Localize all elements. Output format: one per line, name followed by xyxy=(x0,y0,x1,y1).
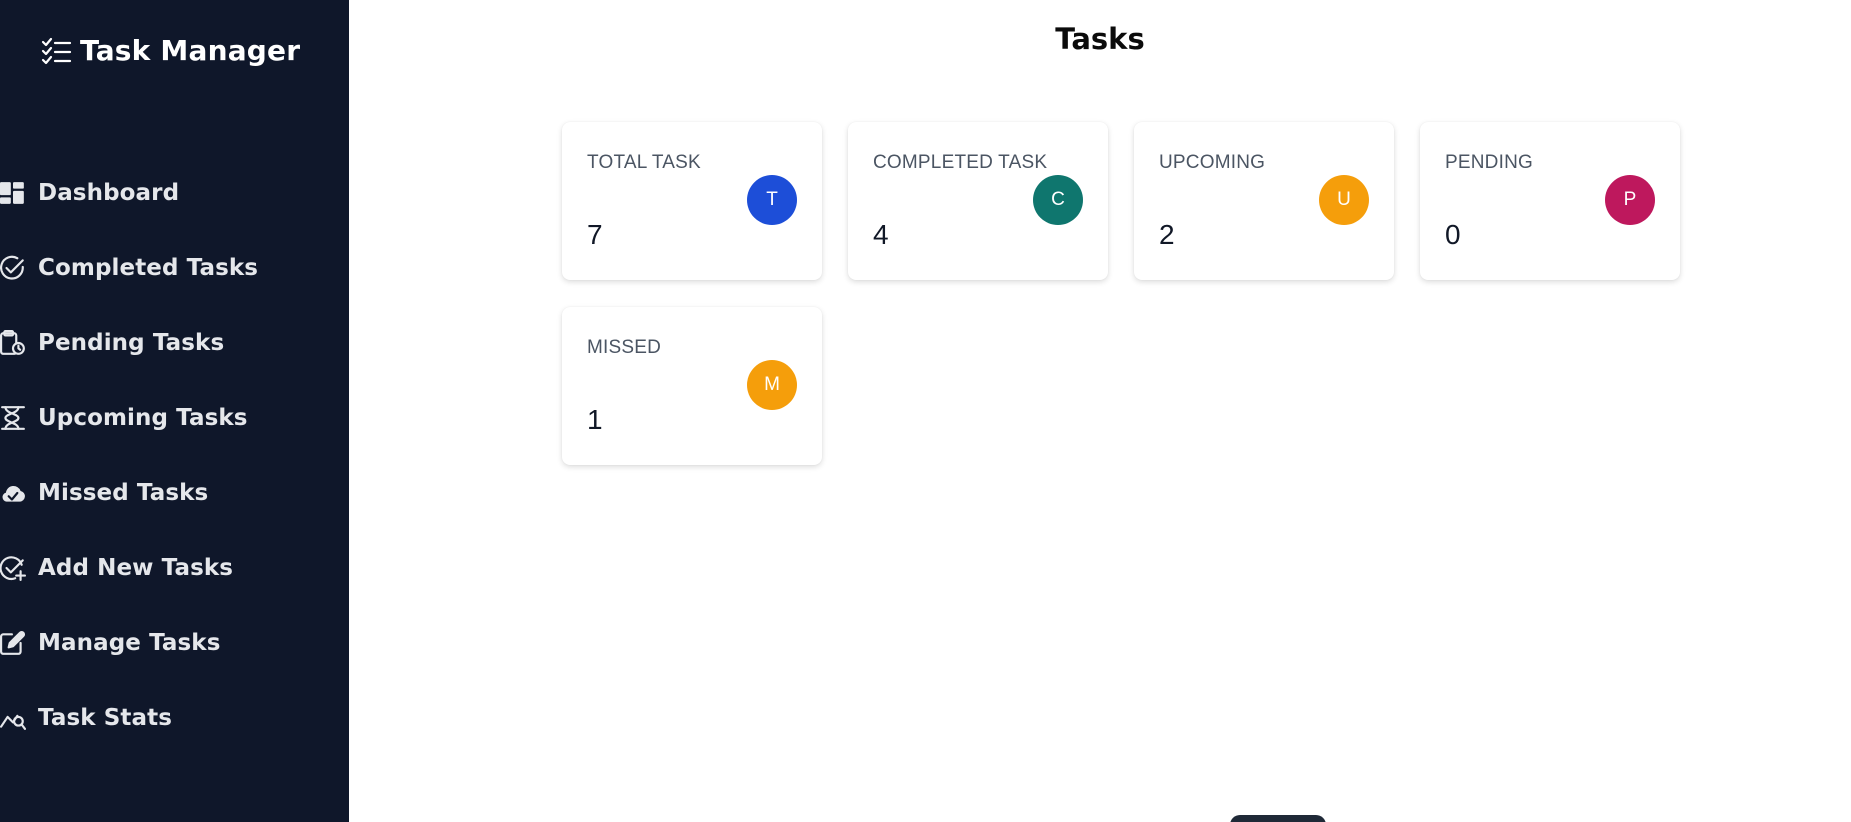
sidebar-item-label: Pending Tasks xyxy=(38,329,225,356)
stat-card-value: 1 xyxy=(587,404,603,435)
sidebar: Task Manager Dashboard Completed Tasks P… xyxy=(0,0,349,822)
sidebar-item-add-new-tasks[interactable]: Add New Tasks xyxy=(0,530,349,605)
main-content: Tasks TOTAL TASK T 7 COMPLETED TASK C 4 … xyxy=(349,0,1851,822)
clipboard-clock-icon xyxy=(0,329,26,356)
bottom-floating-tab[interactable] xyxy=(1230,815,1326,822)
stat-card-value: 4 xyxy=(873,219,889,250)
stat-card-label: COMPLETED TASK xyxy=(873,152,1048,173)
cloud-check-icon xyxy=(0,480,26,506)
dashboard-icon xyxy=(0,180,26,206)
stat-card-label: TOTAL TASK xyxy=(587,152,701,173)
app-root: Task Manager Dashboard Completed Tasks P… xyxy=(0,0,1851,822)
stat-card-missed[interactable]: MISSED M 1 xyxy=(562,307,822,465)
sidebar-item-pending-tasks[interactable]: Pending Tasks xyxy=(0,305,349,380)
hourglass-icon xyxy=(0,405,26,431)
sidebar-item-missed-tasks[interactable]: Missed Tasks xyxy=(0,455,349,530)
avatar: U xyxy=(1319,175,1369,225)
avatar: M xyxy=(747,360,797,410)
check-plus-icon xyxy=(0,555,26,581)
task-list-icon xyxy=(40,35,72,67)
avatar: C xyxy=(1033,175,1083,225)
sidebar-item-label: Upcoming Tasks xyxy=(38,404,248,431)
sidebar-item-label: Missed Tasks xyxy=(38,479,209,506)
stat-card-label: MISSED xyxy=(587,337,662,358)
sidebar-nav: Dashboard Completed Tasks Pending Tasks … xyxy=(0,155,349,755)
sidebar-item-completed-tasks[interactable]: Completed Tasks xyxy=(0,230,349,305)
app-title: Task Manager xyxy=(80,34,301,67)
avatar: P xyxy=(1605,175,1655,225)
sidebar-item-label: Manage Tasks xyxy=(38,629,221,656)
avatar: T xyxy=(747,175,797,225)
page-title: Tasks xyxy=(1055,22,1145,56)
stat-card-total-task[interactable]: TOTAL TASK T 7 xyxy=(562,122,822,280)
sidebar-item-manage-tasks[interactable]: Manage Tasks xyxy=(0,605,349,680)
brand[interactable]: Task Manager xyxy=(40,34,300,67)
check-circle-icon xyxy=(0,255,26,281)
sidebar-item-dashboard[interactable]: Dashboard xyxy=(0,155,349,230)
stat-card-label: PENDING xyxy=(1445,152,1533,173)
sidebar-item-label: Dashboard xyxy=(38,179,180,206)
stat-card-value: 0 xyxy=(1445,219,1461,250)
sidebar-item-label: Completed Tasks xyxy=(38,254,259,281)
sidebar-item-label: Add New Tasks xyxy=(38,554,234,581)
sidebar-item-upcoming-tasks[interactable]: Upcoming Tasks xyxy=(0,380,349,455)
stat-card-upcoming[interactable]: UPCOMING U 2 xyxy=(1134,122,1394,280)
stat-card-label: UPCOMING xyxy=(1159,152,1266,173)
stat-card-completed-task[interactable]: COMPLETED TASK C 4 xyxy=(848,122,1108,280)
chart-search-icon xyxy=(0,705,26,731)
edit-icon xyxy=(0,630,26,656)
sidebar-item-label: Task Stats xyxy=(38,704,173,731)
sidebar-item-task-stats[interactable]: Task Stats xyxy=(0,680,349,755)
stat-card-value: 7 xyxy=(587,219,603,250)
stat-card-pending[interactable]: PENDING P 0 xyxy=(1420,122,1680,280)
stat-card-value: 2 xyxy=(1159,219,1175,250)
